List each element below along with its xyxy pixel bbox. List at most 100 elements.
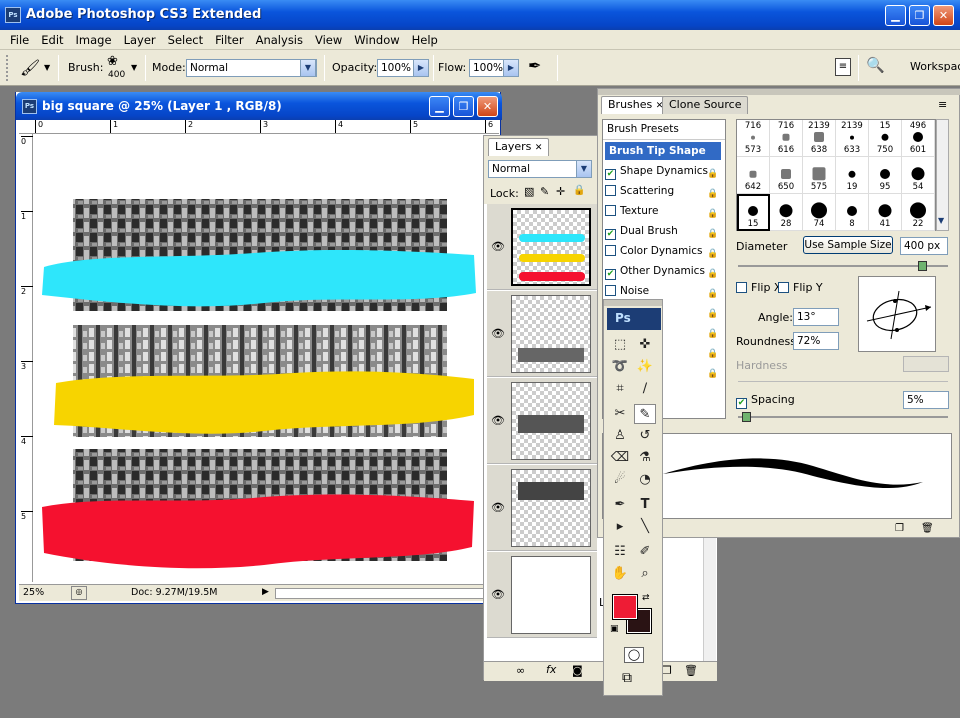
brush-option-item[interactable]: Brush Tip Shape: [605, 142, 721, 160]
dodge-tool-icon[interactable]: ◔: [634, 470, 656, 490]
foreground-color-swatch[interactable]: [612, 594, 638, 620]
grip-icon[interactable]: [6, 55, 12, 81]
lasso-tool-icon[interactable]: ➰: [609, 357, 631, 377]
spacing-input[interactable]: 5%: [903, 391, 949, 409]
checkbox[interactable]: [605, 205, 616, 216]
brush-tip-cell[interactable]: 2139 633: [836, 120, 869, 157]
brush-tip-cell[interactable]: 650: [770, 157, 803, 194]
horizontal-scrollbar[interactable]: [275, 588, 485, 599]
palette-well-icon[interactable]: ≡: [835, 58, 851, 76]
lock-icon[interactable]: 🔒: [707, 345, 718, 359]
workspace-button[interactable]: Workspac: [910, 60, 960, 73]
tool-preset-dropdown-icon[interactable]: ▼: [44, 63, 50, 72]
paint-bucket-tool-icon[interactable]: ⚗: [634, 448, 656, 468]
layer-row[interactable]: 👁: [487, 552, 597, 638]
layer-row[interactable]: 👁: [487, 378, 597, 464]
doc-minimize-button[interactable]: ▁: [429, 96, 450, 117]
brush-tip-cell[interactable]: 74: [803, 194, 836, 231]
panel-grip[interactable]: [598, 89, 960, 95]
menu-layer[interactable]: Layer: [118, 33, 162, 47]
link-layers-icon[interactable]: ∞: [516, 664, 525, 677]
notes-tool-icon[interactable]: ☷: [609, 542, 631, 562]
clone-stamp-tool-icon[interactable]: ♙: [609, 426, 631, 446]
delete-layer-icon[interactable]: 🗑: [684, 664, 698, 677]
blur-tool-icon[interactable]: ☄: [609, 470, 631, 490]
brush-tip-cell[interactable]: 575: [803, 157, 836, 194]
brush-tip-cell[interactable]: 41: [869, 194, 902, 231]
lock-icon[interactable]: 🔒: [707, 265, 718, 279]
mode-select[interactable]: Normal: [186, 59, 317, 77]
brush-picker-dropdown-icon[interactable]: ▼: [131, 63, 137, 72]
brush-angle-preview[interactable]: [858, 276, 936, 352]
scroll-down-icon[interactable]: ▼: [938, 216, 944, 225]
checkbox[interactable]: [605, 285, 616, 296]
crop-tool-icon[interactable]: ⌗: [609, 379, 631, 399]
lock-position-icon[interactable]: ✛: [556, 185, 565, 198]
brush-tip-cell[interactable]: 642: [737, 157, 770, 194]
minimize-button[interactable]: ▁: [885, 5, 906, 26]
zoom-level[interactable]: 25%: [23, 587, 44, 598]
brush-tip-cell[interactable]: 15: [737, 194, 770, 231]
checkbox[interactable]: ✔: [605, 229, 616, 240]
type-tool-icon[interactable]: T: [634, 495, 656, 515]
lock-icon[interactable]: 🔒: [707, 225, 718, 239]
brush-tip-cell[interactable]: 15 750: [869, 120, 902, 157]
brush-tip-cell[interactable]: 19: [836, 157, 869, 194]
delete-preset-icon[interactable]: 🗑: [921, 523, 934, 534]
checkbox[interactable]: ✔: [605, 269, 616, 280]
close-tab-icon[interactable]: ✕: [535, 143, 543, 153]
brush-tip-cell[interactable]: 716 573: [737, 120, 770, 157]
flip-y-checkbox[interactable]: Flip Y: [778, 281, 823, 294]
quick-mask-icon[interactable]: ◯: [624, 647, 644, 663]
layer-row[interactable]: 👁: [487, 291, 597, 377]
menu-image[interactable]: Image: [70, 33, 118, 47]
brush-tip-cell[interactable]: 54: [902, 157, 935, 194]
eye-icon[interactable]: 👁: [491, 327, 505, 340]
eraser-tool-icon[interactable]: ⌫: [609, 448, 631, 468]
brush-option-item[interactable]: ✔ Other Dynamics 🔒: [605, 262, 721, 280]
tab-layers[interactable]: Layers ✕: [488, 138, 550, 156]
brush-option-item[interactable]: Color Dynamics 🔒: [605, 242, 721, 260]
brush-option-item[interactable]: Noise 🔒: [605, 282, 721, 300]
healing-brush-tool-icon[interactable]: ✂: [609, 404, 631, 424]
swap-colors-icon[interactable]: ⇄: [642, 593, 650, 603]
blend-mode-dropdown-icon[interactable]: ▼: [576, 160, 592, 178]
status-options-icon[interactable]: ◎: [71, 586, 87, 600]
lock-transparent-icon[interactable]: ▧: [524, 185, 534, 198]
brush-tip-cell[interactable]: 8: [836, 194, 869, 231]
menu-view[interactable]: View: [309, 33, 348, 47]
eye-icon[interactable]: 👁: [491, 588, 505, 601]
maximize-button[interactable]: ❐: [909, 5, 930, 26]
roundness-input[interactable]: 72%: [793, 332, 839, 350]
menu-analysis[interactable]: Analysis: [250, 33, 309, 47]
brush-option-item[interactable]: Scattering 🔒: [605, 182, 721, 200]
brush-tip-cell[interactable]: 22: [902, 194, 935, 231]
horizontal-ruler[interactable]: 0 1 2 3 4 5 6: [19, 120, 499, 134]
angle-input[interactable]: 13°: [793, 308, 839, 326]
lock-pixels-icon[interactable]: ✎: [540, 185, 549, 198]
brush-grid-scrollbar[interactable]: ▼: [936, 119, 949, 231]
brush-tip-cell[interactable]: 28: [770, 194, 803, 231]
lock-icon[interactable]: 🔒: [707, 245, 718, 259]
brush-option-item[interactable]: ✔ Dual Brush 🔒: [605, 222, 721, 240]
spacing-slider[interactable]: [738, 412, 948, 422]
history-brush-tool-icon[interactable]: ↺: [634, 426, 656, 446]
eyedropper-tool-icon[interactable]: ✐: [634, 542, 656, 562]
brush-preview-icon[interactable]: ❀: [107, 54, 118, 69]
brush-presets-item[interactable]: Brush Presets: [603, 120, 725, 140]
airbrush-icon[interactable]: ✒: [528, 56, 541, 75]
menu-file[interactable]: File: [4, 33, 35, 47]
checkbox[interactable]: ✔: [736, 398, 747, 409]
eye-icon[interactable]: 👁: [491, 240, 505, 253]
status-menu-arrow-icon[interactable]: ▶: [262, 587, 269, 597]
checkbox[interactable]: [736, 282, 747, 293]
brush-tool-icon[interactable]: ✎: [634, 404, 656, 424]
flip-x-checkbox[interactable]: Flip X: [736, 281, 781, 294]
checkbox[interactable]: [778, 282, 789, 293]
layer-row[interactable]: 👁: [487, 465, 597, 551]
lock-icon[interactable]: 🔒: [707, 325, 718, 339]
brush-tip-cell[interactable]: 2139 638: [803, 120, 836, 157]
spacing-checkbox[interactable]: ✔ Spacing: [736, 393, 795, 409]
checkbox[interactable]: [605, 245, 616, 256]
eye-icon[interactable]: 👁: [491, 501, 505, 514]
